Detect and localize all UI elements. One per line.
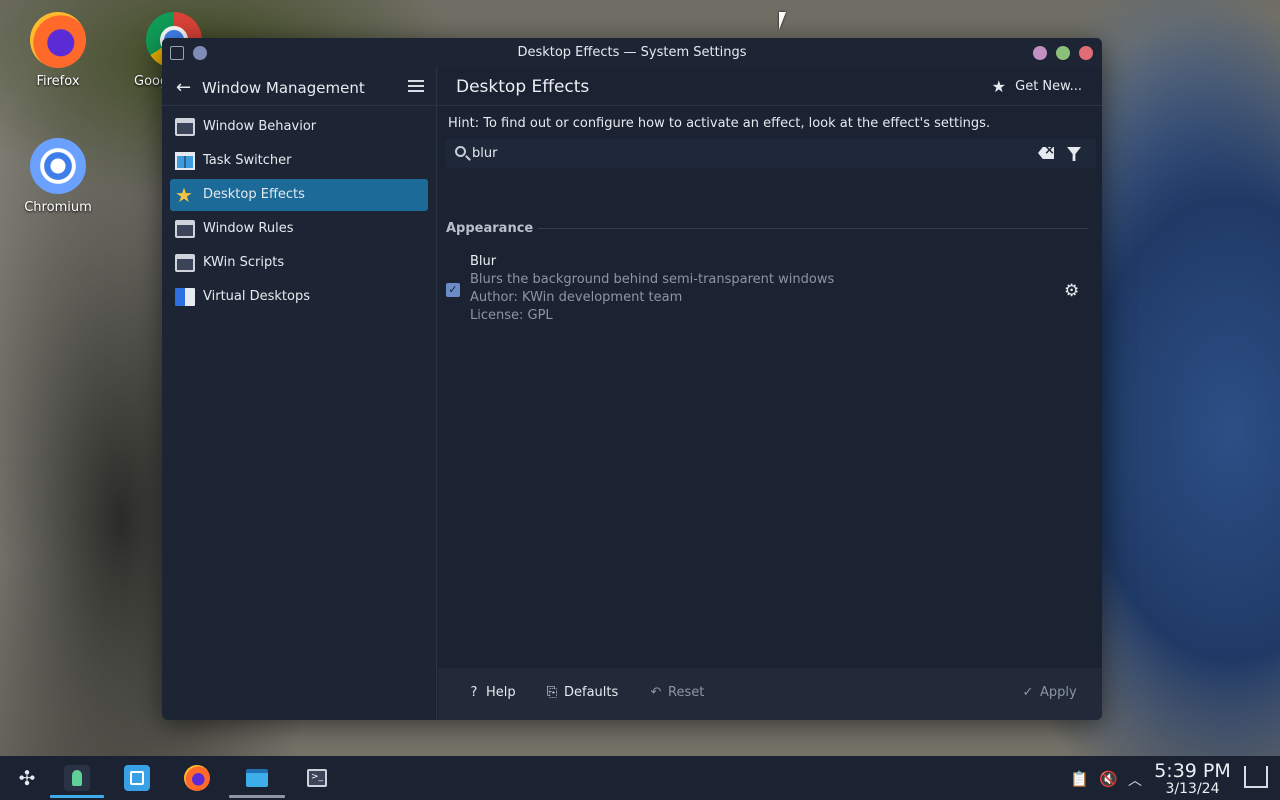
show-desktop-button[interactable] [1244, 766, 1268, 788]
firefox-icon [30, 12, 86, 68]
apply-button[interactable]: ✓ Apply [1010, 679, 1087, 707]
mouse-cursor-icon [779, 12, 793, 30]
minimize-button[interactable] [1033, 46, 1047, 60]
help-button[interactable]: ? Help [456, 679, 526, 707]
page-title: Desktop Effects [456, 77, 590, 97]
desktop-icon-label: Chromium [24, 200, 92, 215]
effect-author: Author: KWin development team [470, 290, 683, 305]
sidebar-item-virtual-desktops[interactable]: Virtual Desktops [170, 281, 428, 313]
virtual-desktops-icon [175, 288, 195, 306]
task-indicator [229, 795, 285, 798]
chromium-icon [30, 138, 86, 194]
task-discover[interactable] [124, 765, 150, 791]
sidebar-item-kwin-scripts[interactable]: KWin Scripts [170, 247, 428, 279]
taskbar: ✣ >_ 📋 🔇 ︿ 5:39 PM 3/13/24 [0, 756, 1280, 800]
reset-icon: ↶ [650, 685, 662, 700]
sidebar-item-desktop-effects[interactable]: ★ Desktop Effects [170, 179, 428, 211]
volume-muted-icon[interactable]: 🔇 [1099, 770, 1118, 788]
apply-label: Apply [1040, 685, 1077, 700]
maximize-button[interactable] [1056, 46, 1070, 60]
desktop-icon-firefox[interactable]: Firefox [18, 12, 98, 89]
folder-icon [246, 769, 268, 787]
clear-search-icon[interactable] [1038, 147, 1054, 159]
system-settings-window: Desktop Effects — System Settings ← Wind… [162, 38, 1102, 720]
main-content: Desktop Effects ★ Get New... Hint: To fi… [438, 68, 1102, 720]
window-rules-icon [175, 220, 195, 238]
help-label: Help [486, 685, 516, 700]
task-konsole[interactable]: >_ [304, 765, 330, 791]
clock-date: 3/13/24 [1165, 781, 1220, 797]
window-title: Desktop Effects — System Settings [517, 45, 747, 60]
effect-name: Blur [470, 254, 497, 269]
task-firefox[interactable] [184, 765, 210, 791]
checkmark-icon: ✓ [1022, 685, 1034, 700]
discover-icon [130, 771, 144, 785]
terminal-icon: >_ [307, 769, 327, 787]
main-header: Desktop Effects ★ Get New... [438, 68, 1102, 106]
sidebar-list: Window Behavior Task Switcher ★ Desktop … [162, 106, 436, 313]
sidebar: ← Window Management Window Behavior Task… [162, 68, 437, 720]
help-icon: ? [470, 685, 478, 700]
star-icon[interactable]: ★ [992, 77, 1006, 96]
footer-bar: ? Help ⎘ Defaults ↶ Reset ✓ Apply [438, 668, 1102, 720]
reset-label: Reset [668, 685, 705, 700]
sidebar-item-label: Virtual Desktops [203, 289, 310, 304]
search-input[interactable] [472, 144, 1012, 162]
get-new-button[interactable]: Get New... [1015, 79, 1082, 94]
hamburger-menu-icon[interactable] [408, 80, 424, 92]
sidebar-item-label: Task Switcher [203, 153, 292, 168]
sidebar-item-label: Window Rules [203, 221, 294, 236]
task-active-indicator [50, 795, 104, 798]
clock[interactable]: 5:39 PM 3/13/24 [1140, 761, 1245, 798]
clipboard-icon[interactable]: 📋 [1070, 770, 1089, 788]
sidebar-item-task-switcher[interactable]: Task Switcher [170, 145, 428, 177]
window-titlebar[interactable]: Desktop Effects — System Settings [162, 38, 1102, 68]
sidebar-item-label: KWin Scripts [203, 255, 285, 270]
gear-icon[interactable]: ⚙ [1064, 281, 1079, 301]
sidebar-item-label: Window Behavior [203, 119, 317, 134]
application-launcher-icon[interactable]: ✣ [14, 765, 40, 791]
window-behavior-icon [175, 118, 195, 136]
hint-text: Hint: To find out or configure how to ac… [448, 116, 991, 131]
task-system-settings[interactable] [64, 765, 90, 791]
section-divider [538, 228, 1088, 229]
effect-description: Blurs the background behind semi-transpa… [470, 272, 835, 287]
defaults-label: Defaults [564, 685, 619, 700]
defaults-icon: ⎘ [546, 685, 558, 700]
search-icon [455, 146, 466, 157]
sidebar-item-window-rules[interactable]: Window Rules [170, 213, 428, 245]
defaults-button[interactable]: ⎘ Defaults [534, 679, 628, 707]
star-icon: ★ [175, 183, 193, 207]
sidebar-item-label: Desktop Effects [203, 187, 305, 202]
effect-row-blur[interactable]: ✓ Blur Blurs the background behind semi-… [446, 254, 1096, 324]
desktop-icon-chromium[interactable]: Chromium [18, 138, 98, 215]
back-arrow-icon[interactable]: ← [176, 77, 191, 98]
task-switcher-icon [175, 152, 195, 170]
desktop-icon-label: Firefox [36, 74, 80, 89]
task-dolphin[interactable] [244, 765, 270, 791]
search-field[interactable] [446, 138, 1096, 168]
sidebar-header: ← Window Management [162, 68, 436, 106]
kwin-scripts-icon [175, 254, 195, 272]
clock-time: 5:39 PM [1154, 760, 1231, 782]
sidebar-title: Window Management [202, 79, 365, 97]
sidebar-item-window-behavior[interactable]: Window Behavior [170, 111, 428, 143]
section-heading: Appearance [446, 221, 534, 236]
system-settings-icon [72, 770, 82, 786]
effect-license: License: GPL [470, 308, 553, 323]
effect-enabled-checkbox[interactable]: ✓ [446, 283, 460, 297]
close-button[interactable] [1079, 46, 1093, 60]
reset-button[interactable]: ↶ Reset [638, 679, 714, 707]
